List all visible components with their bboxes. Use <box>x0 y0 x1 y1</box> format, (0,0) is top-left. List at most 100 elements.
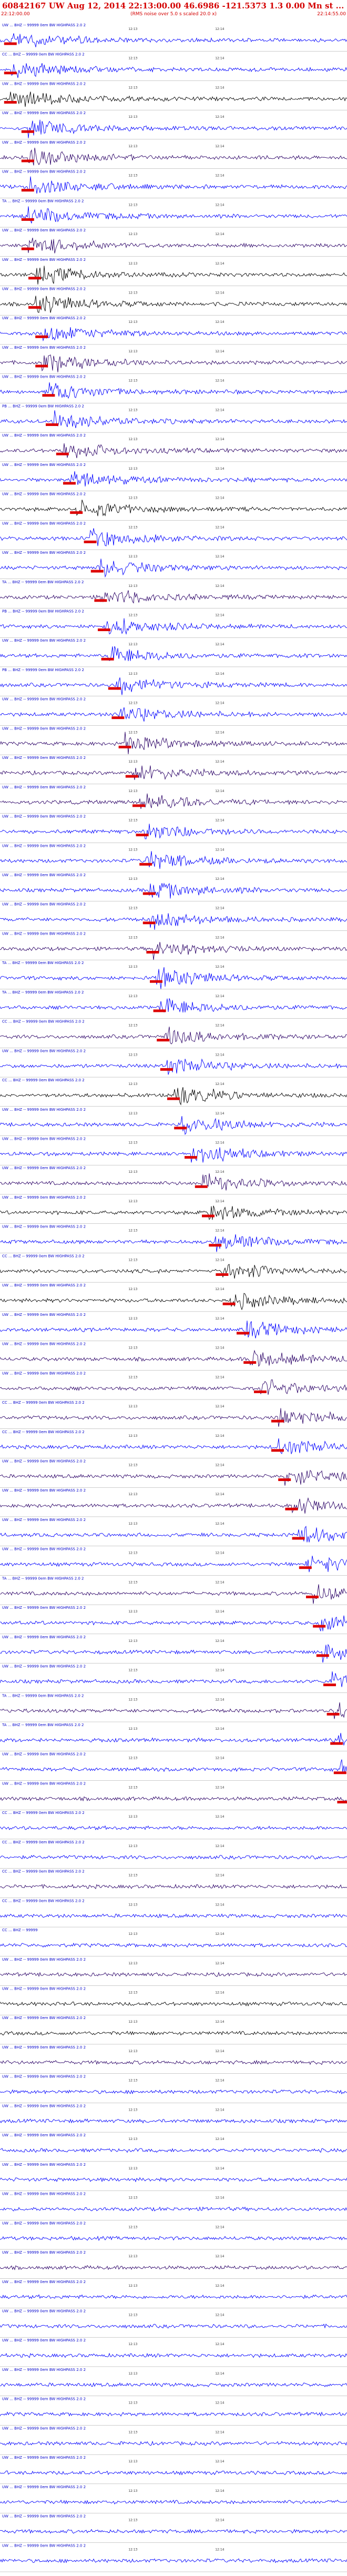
pick-marker <box>28 306 41 309</box>
time-tick-label: 12:14 <box>215 1580 224 1584</box>
trace-row: PB ... BHZ -- 99999 0em BW HIGHPASS 2.0 … <box>0 668 347 696</box>
time-tick-label: 12:14 <box>215 1405 224 1408</box>
trace-label: TA ... BHZ -- 99999 0em BW HIGHPASS 2.0 … <box>2 1693 84 1698</box>
pick-marker <box>56 452 69 455</box>
trace-row: UW ... BHZ -- 99999 0em BW HIGHPASS 2.0 … <box>0 375 347 403</box>
time-tick-label: 12:14 <box>215 2548 224 2551</box>
trace-row: UW ... BHZ -- 99999 0em BW HIGHPASS 2.0 … <box>0 1166 347 1195</box>
time-tick-label: 12:13 <box>128 2079 137 2083</box>
time-tick-label: 12:14 <box>215 731 224 734</box>
time-tick-label: 12:13 <box>128 672 137 676</box>
trace-row: UW ... BHZ -- 99999 0em BW HIGHPASS 2.0 … <box>0 1371 347 1400</box>
time-tick-label: 12:13 <box>128 203 137 207</box>
time-tick-label: 12:13 <box>128 438 137 441</box>
trace-row: CC ... BHZ -- 99999 0em BW HIGHPASS 2.0 … <box>0 1078 347 1107</box>
waveform <box>0 471 347 487</box>
waveform <box>0 119 347 138</box>
pick-marker <box>142 892 156 895</box>
waveform <box>0 63 347 78</box>
pick-marker <box>306 1595 319 1598</box>
trace-row: UW ... BHZ -- 99999 0em BW HIGHPASS 2.0 … <box>0 697 347 726</box>
trace-label: TA ... BHZ -- 99999 0em BW HIGHPASS 2.0 … <box>2 1576 84 1580</box>
time-tick-label: 12:13 <box>128 1317 137 1321</box>
trace-row: UW ... BHZ -- 99999 0em BW HIGHPASS 2.0 … <box>0 2016 347 2045</box>
time-tick-label: 12:14 <box>215 2020 224 2024</box>
trace-row: TA ... BHZ -- 99999 0em BW HIGHPASS 2.0 … <box>0 199 347 228</box>
time-tick-label: 12:13 <box>128 1287 137 1291</box>
time-tick-label: 12:14 <box>215 1258 224 1262</box>
trace-label: UW ... BHZ -- 99999 0em BW HIGHPASS 2.0 … <box>2 1225 86 1229</box>
time-tick-label: 12:13 <box>128 1405 137 1408</box>
pick-marker <box>21 189 34 192</box>
pick-marker <box>46 423 58 426</box>
trace-row: UW ... BHZ -- 99999 0em BW HIGHPASS 2.0 … <box>0 170 347 198</box>
waveform <box>0 824 347 839</box>
trace-row: UW ... BHZ -- 99999 0em BW HIGHPASS 2.0 … <box>0 1283 347 1312</box>
pick-marker <box>185 1156 197 1159</box>
waveform <box>0 2265 347 2270</box>
waveform <box>0 206 347 224</box>
pick-marker <box>278 1478 291 1482</box>
trace-label: UW ... BHZ -- 99999 0em BW HIGHPASS 2.0 … <box>2 2543 86 2548</box>
waveform <box>0 2060 347 2065</box>
time-tick-label: 12:13 <box>128 350 137 353</box>
trace-label: UW ... BHZ -- 99999 0em BW HIGHPASS 2.0 … <box>2 2250 86 2255</box>
pick-marker <box>84 540 97 543</box>
pick-marker <box>101 657 114 661</box>
pick-marker <box>35 335 48 338</box>
time-tick-label: 12:14 <box>215 320 224 324</box>
waveform <box>0 2002 347 2007</box>
time-tick-label: 12:13 <box>128 2519 137 2522</box>
trace-row: TA ... BHZ -- 99999 0em BW HIGHPASS 2.0 … <box>0 961 347 990</box>
time-tick-label: 12:13 <box>128 1610 137 1614</box>
trace-label: UW ... BHZ -- 99999 0em BW HIGHPASS 2.0 … <box>2 2075 86 2079</box>
waveform <box>0 2206 347 2212</box>
time-tick-label: 12:14 <box>215 1346 224 1350</box>
trace-label: UW ... BHZ -- 99999 0em BW HIGHPASS 2.0 … <box>2 1049 86 1053</box>
time-tick-label: 12:14 <box>215 1434 224 1438</box>
time-tick-label: 12:14 <box>215 438 224 441</box>
pick-marker <box>4 100 17 104</box>
time-tick-label: 12:13 <box>128 2548 137 2551</box>
trace-row: UW ... BHZ -- 99999 0em BW HIGHPASS 2.0 … <box>0 1635 347 1664</box>
time-tick-label: 12:14 <box>215 1287 224 1291</box>
pick-marker <box>42 394 55 397</box>
trace-row: UW ... BHZ -- 99999 0em BW HIGHPASS 2.0 … <box>0 551 347 580</box>
time-tick-label: 12:13 <box>128 467 137 471</box>
time-tick-label: 12:13 <box>128 819 137 823</box>
trace-label: UW ... BHZ -- 99999 0em BW HIGHPASS 2.0 … <box>2 2426 86 2430</box>
time-tick-label: 12:14 <box>215 1317 224 1321</box>
time-tick-label: 12:14 <box>215 555 224 559</box>
time-tick-label: 12:14 <box>215 1463 224 1467</box>
trace-row: UW ... BHZ -- 99999 0em BW HIGHPASS 2.0 … <box>0 2192 347 2220</box>
time-tick-label: 12:14 <box>215 613 224 617</box>
time-tick-label: 12:14 <box>215 2401 224 2405</box>
trace-row: PB ... BHZ -- 99999 0em BW HIGHPASS 2.0 … <box>0 609 347 638</box>
time-tick-label: 12:14 <box>215 1844 224 1848</box>
time-tick-label: 12:14 <box>215 145 224 148</box>
time-tick-label: 12:14 <box>215 2460 224 2463</box>
time-tick-label: 12:14 <box>215 1082 224 1086</box>
waveform <box>0 147 347 166</box>
time-tick-label: 12:14 <box>215 1493 224 1496</box>
waveform <box>0 1854 347 1860</box>
time-tick-label: 12:14 <box>215 965 224 969</box>
time-tick-label: 12:13 <box>128 760 137 764</box>
waveform <box>0 1526 347 1543</box>
trace-label: UW ... BHZ -- 99999 0em BW HIGHPASS 2.0 … <box>2 23 86 27</box>
time-tick-label: 12:13 <box>128 2284 137 2288</box>
waveform <box>0 1556 347 1573</box>
trace-label: UW ... BHZ -- 99999 0em BW HIGHPASS 2.0 … <box>2 2280 86 2284</box>
trace-label: UW ... BHZ -- 99999 0em BW HIGHPASS 2.0 … <box>2 1195 86 1200</box>
trace-row: CC ... BHZ -- 99999 0em BW HIGHPASS 2.0 … <box>0 1020 347 1048</box>
trace-label: CC ... BHZ -- 99999 0em BW HIGHPASS 2.0 … <box>2 1870 85 1874</box>
pick-marker <box>237 1332 249 1335</box>
trace-row: UW ... BHZ -- 99999 0em BW HIGHPASS 2.0 … <box>0 1137 347 1165</box>
waveform <box>0 500 347 516</box>
waveform <box>0 2558 347 2563</box>
waveform <box>0 2440 347 2446</box>
time-tick-label: 12:13 <box>128 1786 137 1789</box>
trace-row: UW ... BHZ -- 99999 0em BW HIGHPASS 2.0 … <box>0 258 347 286</box>
waveform <box>0 590 347 604</box>
trace-label: UW ... BHZ -- 99999 0em BW HIGHPASS 2.0 … <box>2 2192 86 2196</box>
